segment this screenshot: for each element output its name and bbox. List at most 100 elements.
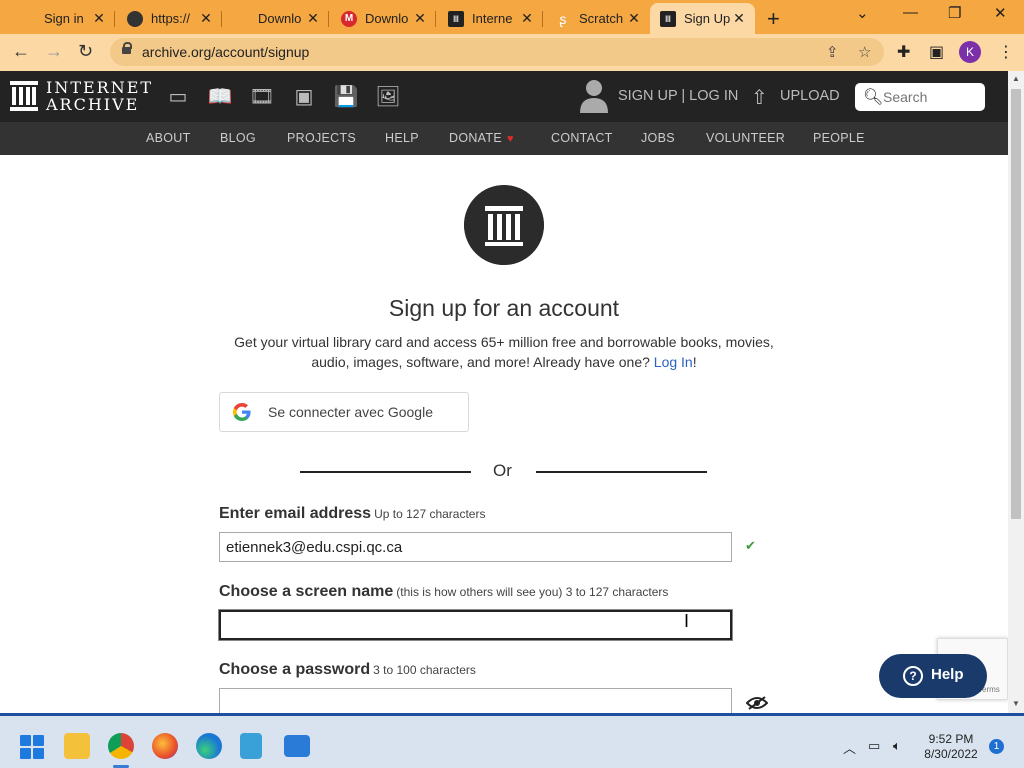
intro-punct: !	[692, 354, 697, 370]
video-icon[interactable]: 🎞	[249, 85, 275, 109]
notepad-icon[interactable]	[240, 733, 262, 759]
nav-blog[interactable]: BLOG	[220, 131, 256, 145]
close-icon[interactable]: ✕	[731, 10, 747, 27]
upload-icon[interactable]: ⇧	[751, 85, 768, 110]
firefox-icon[interactable]	[152, 733, 178, 759]
file-explorer-icon[interactable]	[64, 733, 90, 759]
browser-tab[interactable]: Downlo ✕	[224, 3, 329, 34]
chevron-up-icon[interactable]: ︿	[843, 738, 856, 757]
close-icon[interactable]: ✕	[519, 10, 535, 27]
search-box[interactable]: 🔍︎	[855, 83, 985, 111]
close-icon[interactable]: ✕	[626, 10, 642, 27]
restore-icon[interactable]: ❐	[948, 4, 961, 22]
scroll-thumb[interactable]	[1011, 89, 1021, 519]
extensions-icon[interactable]: ✚	[897, 42, 910, 62]
password-field[interactable]	[219, 688, 732, 713]
browser-tab-active[interactable]: Ⅲ Sign Up ✕	[650, 3, 755, 34]
browser-tab[interactable]: Ⅲ Interne ✕	[438, 3, 543, 34]
images-icon[interactable]: 🖼	[375, 85, 401, 109]
search-input[interactable]	[883, 87, 979, 107]
texts-icon[interactable]: 📖	[207, 85, 233, 109]
ia-logo-text[interactable]: INTERNET ARCHIVE	[46, 79, 153, 113]
clock-date: 8/30/2022	[924, 747, 978, 761]
edge-icon[interactable]	[196, 733, 222, 759]
close-icon[interactable]: ✕	[412, 10, 428, 27]
nav-about[interactable]: ABOUT	[146, 131, 191, 145]
email-label-text: Enter email address	[219, 505, 372, 522]
search-icon[interactable]: 🔍︎	[863, 87, 883, 107]
network-icon[interactable]: ▭	[868, 738, 880, 754]
chrome-icon[interactable]	[108, 733, 134, 768]
close-icon[interactable]: ✕	[305, 10, 321, 27]
nav-jobs[interactable]: JOBS	[641, 131, 675, 145]
system-clock[interactable]: 9:52 PM 8/30/2022	[920, 732, 982, 762]
software-icon[interactable]: 💾	[333, 85, 359, 109]
screen-name-field[interactable]	[219, 610, 732, 640]
tab-title: https://	[151, 11, 191, 26]
profile-avatar[interactable]: K	[959, 41, 981, 63]
nav-donate-label: DONATE	[449, 131, 502, 145]
web-icon[interactable]: ▭	[165, 85, 191, 109]
browser-tab[interactable]: M Downlo ✕	[331, 3, 436, 34]
forward-icon[interactable]: →	[45, 41, 63, 62]
nav-volunteer[interactable]: VOLUNTEER	[706, 131, 785, 145]
page-scrollbar[interactable]: ▲ ▼	[1008, 71, 1024, 713]
menu-kebab-icon[interactable]: ⋮	[998, 42, 1014, 62]
nav-projects[interactable]: PROJECTS	[287, 131, 356, 145]
address-bar[interactable]: archive.org/account/signup ⇪ ☆	[110, 38, 884, 66]
browser-tab[interactable]: Sign in ✕	[10, 3, 115, 34]
notification-badge[interactable]: 1	[989, 739, 1004, 754]
windows-start-icon[interactable]	[20, 735, 44, 759]
upload-link[interactable]: UPLOAD	[780, 88, 840, 104]
help-question-icon: ?	[903, 666, 923, 686]
nav-help[interactable]: HELP	[385, 131, 419, 145]
reload-icon[interactable]: ↻	[78, 41, 93, 62]
password-label: Choose a password 3 to 100 characters	[219, 661, 476, 679]
audio-icon[interactable]: ▣	[291, 85, 317, 109]
tab-title: Sign Up	[684, 11, 731, 26]
tab-title: Downlo	[365, 11, 409, 26]
mail-icon[interactable]	[284, 735, 310, 757]
close-icon[interactable]: ✕	[91, 10, 107, 27]
tab-title: Downlo	[258, 11, 302, 26]
email-field[interactable]	[219, 532, 732, 562]
internet-archive-logo-icon[interactable]	[10, 81, 38, 111]
page-title: Sign up for an account	[388, 295, 620, 321]
help-label: Help	[931, 666, 964, 683]
google-signin-button[interactable]: Se connecter avec Google	[219, 392, 469, 432]
lock-icon[interactable]	[122, 42, 132, 56]
close-icon[interactable]: ✕	[198, 10, 214, 27]
browser-tab[interactable]: ʂ Scratch ✕	[545, 3, 650, 34]
scratch-icon: ʂ	[559, 10, 567, 27]
divider	[536, 471, 707, 473]
minimize-icon[interactable]: —	[903, 4, 918, 21]
new-tab-icon[interactable]: +	[767, 6, 780, 32]
logo-line: INTERNET	[46, 78, 154, 97]
nav-donate[interactable]: DONATE ♥	[449, 131, 514, 145]
tab-title: Scratch	[579, 11, 624, 26]
nav-people[interactable]: PEOPLE	[813, 131, 865, 145]
nav-contact[interactable]: CONTACT	[551, 131, 613, 145]
scroll-down-icon[interactable]: ▼	[1012, 699, 1020, 708]
user-icon[interactable]	[580, 79, 608, 113]
tab-title: Interne	[472, 11, 513, 26]
browser-tab[interactable]: https:// ✕	[117, 3, 222, 34]
ia-header: INTERNET ARCHIVE ▭ 📖 🎞 ▣ 💾 🖼 SIGN UP | L…	[0, 71, 1008, 122]
back-icon[interactable]: ←	[12, 41, 30, 62]
show-password-eye-icon[interactable]	[746, 696, 768, 710]
help-button[interactable]: ? Help	[879, 654, 987, 698]
heart-icon: ♥	[506, 133, 514, 145]
tab-search-icon[interactable]: ⌄	[856, 4, 869, 22]
volume-icon[interactable]: 🔈︎	[893, 738, 901, 754]
side-panel-icon[interactable]: ▣	[929, 42, 944, 62]
login-link[interactable]: Log In	[654, 354, 693, 370]
bookmark-star-icon[interactable]: ☆	[858, 43, 871, 61]
screen-name-hint: (this is how others will see you) 3 to 1…	[396, 585, 669, 599]
signup-login-link[interactable]: SIGN UP | LOG IN	[618, 88, 738, 104]
ia-nav-bar: ABOUT BLOG PROJECTS HELP DONATE ♥ CONTACT…	[0, 122, 1008, 155]
scroll-up-icon[interactable]: ▲	[1012, 74, 1020, 83]
url-text: archive.org/account/signup	[142, 44, 310, 60]
close-window-icon[interactable]: ✕	[994, 4, 1007, 22]
share-icon[interactable]: ⇪	[826, 43, 839, 61]
internet-archive-icon: Ⅲ	[660, 10, 676, 27]
